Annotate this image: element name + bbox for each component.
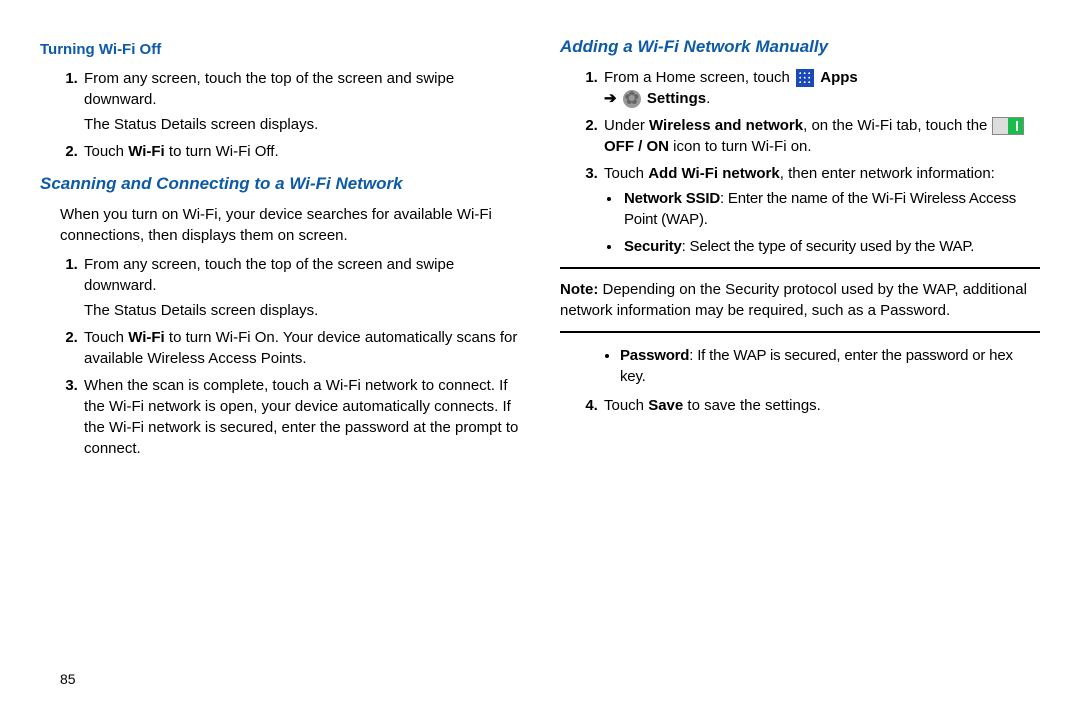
step-text: When the scan is complete, touch a Wi-Fi… <box>84 377 518 457</box>
scanning-steps: From any screen, touch the top of the sc… <box>40 254 520 459</box>
step-item: When the scan is complete, touch a Wi-Fi… <box>82 375 520 459</box>
period: . <box>706 90 710 107</box>
bullet-text: : Select the type of security used by th… <box>682 238 975 255</box>
step-text: Touch <box>604 397 648 414</box>
step-item: Touch Wi-Fi to turn Wi-Fi Off. <box>82 141 520 162</box>
apps-label: Apps <box>820 69 858 86</box>
step-text: icon to turn Wi-Fi on. <box>669 138 812 155</box>
step-text: Touch <box>84 329 128 346</box>
step-text: Under <box>604 117 649 134</box>
bullet-item: Security: Select the type of security us… <box>622 236 1040 257</box>
page-number: 85 <box>60 670 76 690</box>
wireless-network-label: Wireless and network <box>649 117 803 134</box>
ssid-label: Network SSID <box>624 190 720 207</box>
note-block: Note: Depending on the Security protocol… <box>560 267 1040 333</box>
step-text: Touch <box>604 165 648 182</box>
arrow-icon: ➔ <box>604 90 621 107</box>
heading-turning-wifi-off: Turning Wi-Fi Off <box>40 39 520 60</box>
bullet-item: Network SSID: Enter the name of the Wi-F… <box>622 188 1040 230</box>
step-text: From any screen, touch the top of the sc… <box>84 70 454 108</box>
note-text: Depending on the Security protocol used … <box>560 281 1027 319</box>
wifi-label: Wi-Fi <box>128 329 165 346</box>
network-info-bullets: Network SSID: Enter the name of the Wi-F… <box>604 188 1040 257</box>
step-item: From any screen, touch the top of the sc… <box>82 254 520 321</box>
save-label: Save <box>648 397 683 414</box>
step-text: Touch <box>84 143 128 160</box>
adding-steps: From a Home screen, touch Apps ➔ Setting… <box>560 67 1040 257</box>
step-item: Touch Save to save the settings. <box>602 395 1040 416</box>
step-text: , on the Wi-Fi tab, touch the <box>803 117 991 134</box>
left-column: Turning Wi-Fi Off From any screen, touch… <box>40 35 520 700</box>
heading-adding-manually: Adding a Wi-Fi Network Manually <box>560 35 1040 59</box>
password-bullet: Password: If the WAP is secured, enter t… <box>560 345 1040 387</box>
step-subtext: The Status Details screen displays. <box>84 114 520 135</box>
intro-paragraph: When you turn on Wi-Fi, your device sear… <box>60 204 520 246</box>
settings-label: Settings <box>647 90 706 107</box>
step-text: to turn Wi-Fi Off. <box>165 143 279 160</box>
adding-steps-cont: Touch Save to save the settings. <box>560 395 1040 416</box>
step-text: to save the settings. <box>683 397 821 414</box>
wifi-label: Wi-Fi <box>128 143 165 160</box>
step-item: From any screen, touch the top of the sc… <box>82 68 520 135</box>
password-label: Password <box>620 347 689 364</box>
turning-off-steps: From any screen, touch the top of the sc… <box>40 68 520 162</box>
step-subtext: The Status Details screen displays. <box>84 300 520 321</box>
right-column: Adding a Wi-Fi Network Manually From a H… <box>560 35 1040 700</box>
step-item: From a Home screen, touch Apps ➔ Setting… <box>602 67 1040 109</box>
manual-page: Turning Wi-Fi Off From any screen, touch… <box>0 0 1080 720</box>
note-label: Note: <box>560 281 603 298</box>
add-wifi-label: Add Wi-Fi network <box>648 165 780 182</box>
step-text: From any screen, touch the top of the sc… <box>84 256 454 294</box>
bullet-item: Password: If the WAP is secured, enter t… <box>620 345 1040 387</box>
off-on-toggle-icon <box>992 117 1024 135</box>
step-item: Touch Wi-Fi to turn Wi-Fi On. Your devic… <box>82 327 520 369</box>
apps-grid-icon <box>796 69 814 87</box>
step-item: Under Wireless and network, on the Wi-Fi… <box>602 115 1040 157</box>
off-on-label: OFF / ON <box>604 138 669 155</box>
security-label: Security <box>624 238 682 255</box>
settings-gear-icon <box>623 90 641 108</box>
step-text: From a Home screen, touch <box>604 69 794 86</box>
step-text: , then enter network information: <box>780 165 995 182</box>
heading-scanning-connecting: Scanning and Connecting to a Wi-Fi Netwo… <box>40 172 520 196</box>
step-item: Touch Add Wi-Fi network, then enter netw… <box>602 163 1040 257</box>
